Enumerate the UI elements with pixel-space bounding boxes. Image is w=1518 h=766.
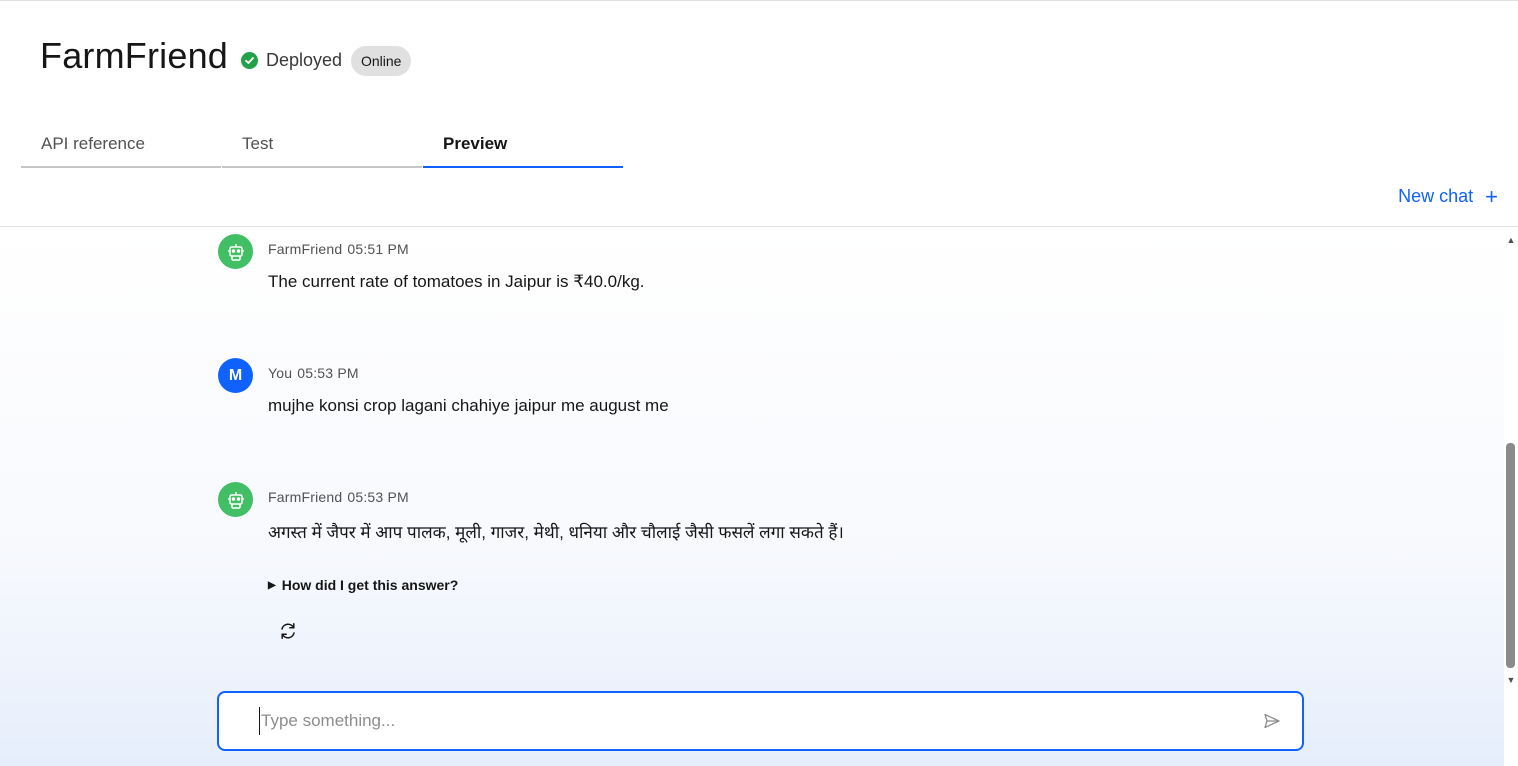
header: FarmFriend Deployed Online API reference…: [0, 3, 1518, 227]
tab-list: API reference Test Preview: [21, 123, 624, 168]
message-meta: You 05:53 PM: [268, 365, 364, 381]
tab-preview[interactable]: Preview: [423, 123, 623, 168]
answer-details-toggle[interactable]: ▶ How did I get this answer?: [268, 577, 458, 593]
sender-name: You: [268, 365, 293, 381]
chat-input-container: [217, 691, 1304, 751]
message-text: The current rate of tomatoes in Jaipur i…: [268, 272, 645, 291]
scroll-thumb[interactable]: [1506, 443, 1515, 668]
caret-right-icon: ▶: [268, 579, 276, 591]
tab-test[interactable]: Test: [222, 123, 422, 168]
message-meta: FarmFriend 05:51 PM: [268, 241, 414, 257]
deploy-status: Deployed: [241, 50, 342, 71]
scroll-up-icon[interactable]: ▲: [1505, 234, 1517, 246]
plus-icon: +: [1485, 183, 1498, 209]
sender-name: FarmFriend: [268, 489, 343, 505]
scroll-down-icon[interactable]: ▼: [1505, 674, 1517, 686]
message-time: 05:51 PM: [347, 241, 409, 257]
check-circle-icon: [241, 52, 258, 69]
details-label: How did I get this answer?: [281, 577, 459, 593]
user-avatar: M: [218, 358, 253, 393]
message-time: 05:53 PM: [347, 489, 409, 505]
new-chat-label: New chat: [1398, 186, 1474, 206]
status-badge: Online: [351, 46, 412, 76]
new-chat-button[interactable]: New chat +: [1398, 183, 1498, 209]
message-time: 05:53 PM: [297, 365, 359, 381]
robot-icon: [218, 482, 253, 517]
send-icon[interactable]: [1262, 711, 1282, 731]
sender-name: FarmFriend: [268, 241, 343, 257]
status-text: Deployed: [266, 50, 343, 70]
message-meta: FarmFriend 05:53 PM: [268, 489, 414, 505]
chat-area: FarmFriend 05:51 PM The current rate of t…: [0, 228, 1504, 766]
message-text: mujhe konsi crop lagani chahiye jaipur m…: [268, 396, 669, 415]
app-title: FarmFriend: [40, 35, 229, 76]
tab-api-reference[interactable]: API reference: [21, 123, 221, 168]
chat-input[interactable]: [259, 707, 1239, 735]
robot-icon: [218, 234, 253, 269]
message-text: अगस्त में जैपर में आप पालक, मूली, गाजर, …: [268, 523, 844, 542]
scrollbar[interactable]: ▲ ▼: [1504, 228, 1518, 766]
regenerate-icon[interactable]: [276, 619, 300, 643]
